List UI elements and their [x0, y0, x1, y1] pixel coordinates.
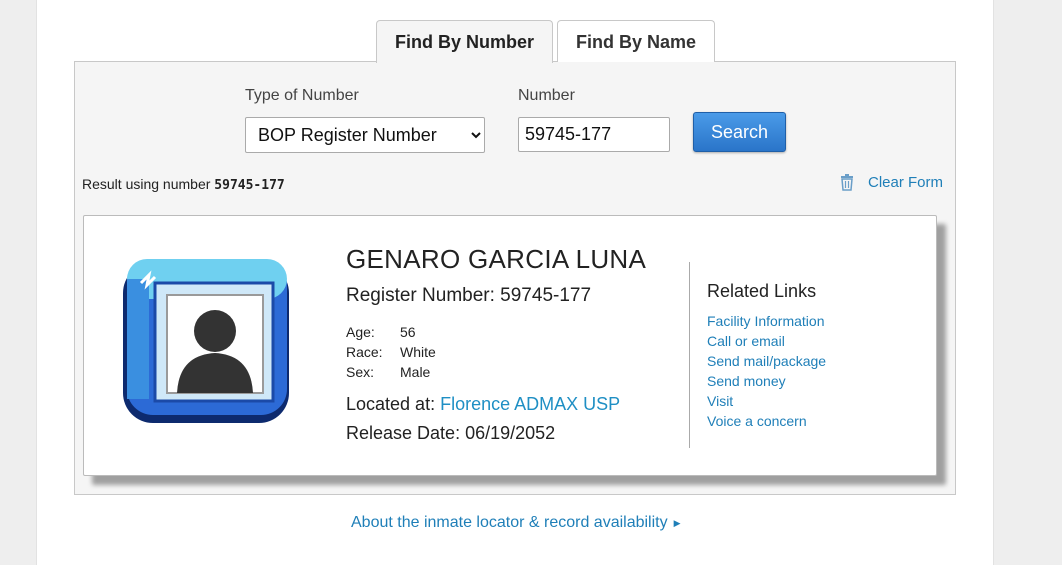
facility-link[interactable]: Florence ADMAX USP: [440, 394, 620, 414]
age-value: 56: [400, 324, 416, 340]
list-item: Send money: [707, 373, 826, 393]
list-item: Voice a concern: [707, 413, 826, 433]
send-money-link[interactable]: Send money: [707, 373, 786, 389]
type-of-number-label: Type of Number: [245, 87, 359, 104]
sex-label: Sex:: [346, 364, 375, 380]
release-date: Release Date: 06/19/2052: [346, 423, 555, 444]
facility-information-link[interactable]: Facility Information: [707, 313, 824, 329]
inmate-attributes: Age: 56 Race: White Sex: Male: [346, 324, 436, 384]
call-or-email-link[interactable]: Call or email: [707, 333, 785, 349]
number-type-select[interactable]: BOP Register Number: [245, 117, 485, 153]
race-value: White: [400, 344, 436, 360]
triangle-right-icon: ▶: [673, 517, 681, 528]
result-summary: Result using number 59745-177: [82, 176, 285, 193]
about-label: About the inmate locator & record availa…: [351, 514, 668, 531]
result-number: 59745-177: [214, 178, 285, 193]
related-links-list: Facility Information Call or email Send …: [707, 313, 826, 433]
located-label: Located at:: [346, 394, 436, 414]
clear-form-link[interactable]: Clear Form: [840, 174, 943, 191]
number-label: Number: [518, 87, 575, 104]
release-label: Release Date:: [346, 423, 461, 443]
visit-link[interactable]: Visit: [707, 393, 733, 409]
inmate-name: GENARO GARCIA LUNA: [346, 244, 647, 274]
number-input[interactable]: [518, 117, 670, 152]
sex-value: Male: [400, 364, 431, 380]
result-prefix: Result using number: [82, 176, 211, 192]
list-item: Send mail/package: [707, 353, 826, 373]
related-links-title: Related Links: [707, 281, 817, 301]
search-button[interactable]: Search: [693, 112, 786, 152]
send-mail-link[interactable]: Send mail/package: [707, 353, 826, 369]
race-label: Race:: [346, 344, 383, 360]
about-inmate-locator-link[interactable]: About the inmate locator & record availa…: [351, 514, 681, 532]
register-number: Register Number: 59745-177: [346, 285, 591, 307]
search-tabs: Find By Number Find By Name: [376, 20, 719, 63]
located-at: Located at: Florence ADMAX USP: [346, 394, 620, 415]
card-divider: [689, 262, 690, 448]
list-item: Call or email: [707, 333, 826, 353]
tab-find-by-name[interactable]: Find By Name: [557, 20, 716, 62]
list-item: Facility Information: [707, 313, 826, 333]
trash-icon: [841, 174, 853, 191]
tab-find-by-number[interactable]: Find By Number: [376, 20, 554, 63]
voice-a-concern-link[interactable]: Voice a concern: [707, 413, 807, 429]
person-placeholder-icon: [123, 259, 289, 423]
list-item: Visit: [707, 393, 826, 413]
clear-form-label: Clear Form: [868, 174, 944, 191]
register-label: Register Number:: [346, 285, 495, 306]
age-label: Age:: [346, 324, 375, 340]
search-panel: Type of Number BOP Register Number Numbe…: [74, 61, 956, 495]
register-value: 59745-177: [500, 285, 592, 306]
release-value: 06/19/2052: [465, 423, 556, 443]
inmate-result-card: GENARO GARCIA LUNA Register Number: 5974…: [83, 215, 937, 476]
